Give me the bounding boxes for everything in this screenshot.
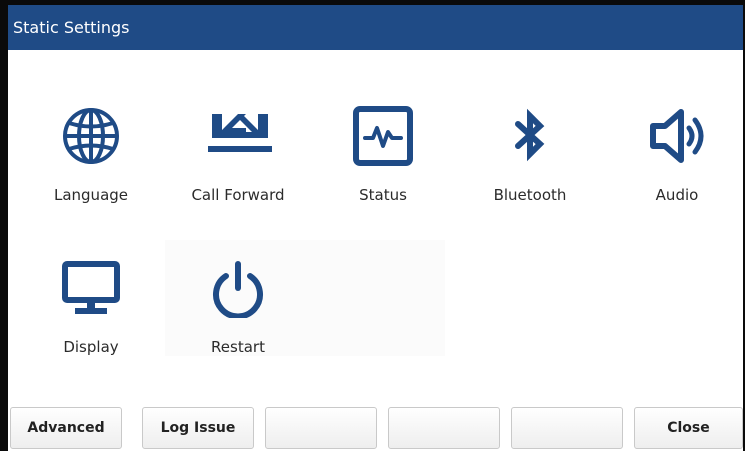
settings-screen: Static Settings Language Call Forward St… <box>0 0 745 451</box>
tile-label: Audio <box>655 186 699 204</box>
close-button[interactable]: Close <box>634 407 743 449</box>
tile-label: Restart <box>211 338 265 356</box>
softkey-4-button[interactable] <box>388 407 500 449</box>
tile-bluetooth[interactable]: Bluetooth <box>470 88 590 206</box>
status-icon <box>353 106 413 166</box>
speaker-icon <box>647 106 707 166</box>
tile-label: Display <box>63 338 119 356</box>
power-icon <box>208 258 268 318</box>
softkey-3-button[interactable] <box>265 407 377 449</box>
log-issue-button[interactable]: Log Issue <box>142 407 254 449</box>
tile-language[interactable]: Language <box>31 88 151 206</box>
call-forward-icon <box>208 106 272 166</box>
advanced-button[interactable]: Advanced <box>10 407 122 449</box>
title-bar: Static Settings <box>8 5 743 50</box>
tile-audio[interactable]: Audio <box>617 88 737 206</box>
tile-status[interactable]: Status <box>323 88 443 206</box>
tile-label: Bluetooth <box>493 186 567 204</box>
tile-label: Call Forward <box>191 186 285 204</box>
tile-restart[interactable]: Restart <box>178 240 298 358</box>
globe-icon <box>61 106 121 166</box>
tile-label: Language <box>53 186 129 204</box>
softkey-bar: Advanced Log Issue Close <box>8 399 743 451</box>
screen-bezel-left <box>0 0 8 451</box>
monitor-icon <box>61 258 121 318</box>
tile-display[interactable]: Display <box>31 240 151 358</box>
page-title: Static Settings <box>13 18 130 37</box>
tile-call-forward[interactable]: Call Forward <box>178 88 298 206</box>
softkey-5-button[interactable] <box>511 407 623 449</box>
tile-label: Status <box>359 186 407 204</box>
bluetooth-icon <box>500 106 560 166</box>
